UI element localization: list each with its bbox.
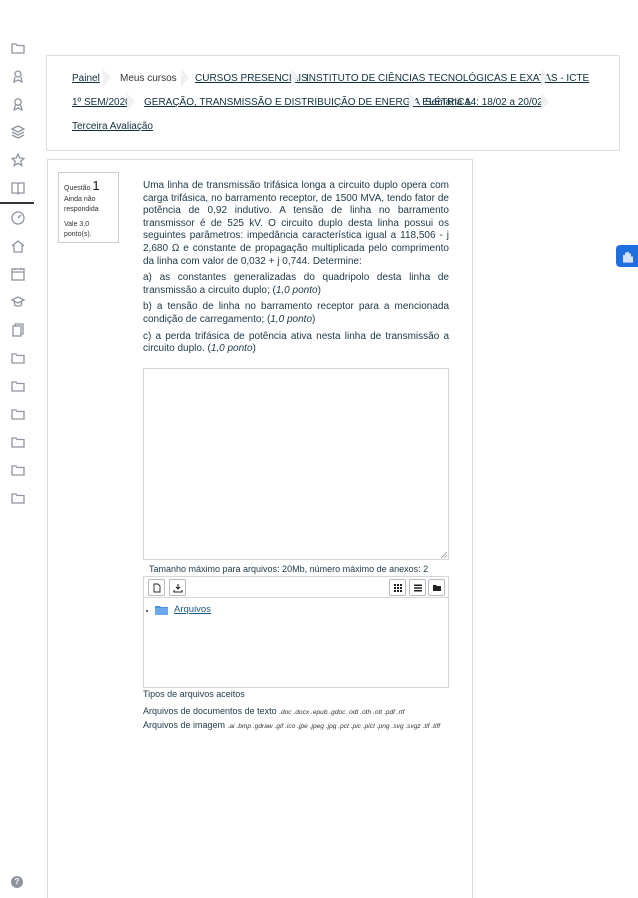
- graduation-cap-icon[interactable]: [10, 294, 26, 310]
- folder-icon[interactable]: [10, 490, 26, 506]
- folder-icon[interactable]: [10, 406, 26, 422]
- chevron-right-icon: [103, 69, 111, 87]
- folder-icon: [432, 584, 441, 591]
- breadcrumb-semana[interactable]: Semana 14: 18/02 a 20/02: [425, 97, 543, 108]
- question-intro: Uma linha de transmissão trifásica longa…: [143, 180, 449, 267]
- rail-active-separator: [0, 202, 34, 204]
- doc-types: Arquivos de documentos de texto .doc .do…: [143, 706, 405, 716]
- files-icon[interactable]: [10, 322, 26, 338]
- filemanager-area[interactable]: Arquivos: [143, 598, 449, 688]
- question-grade: Vale 3,0 ponto(s).: [64, 221, 92, 238]
- breadcrumb: Painel Meus cursos CURSOS PRESENCIAIS IN…: [46, 55, 620, 151]
- add-file-button[interactable]: [148, 579, 165, 596]
- question-item-a: a) as constantes generalizadas do quadri…: [143, 272, 449, 296]
- answer-textarea[interactable]: [143, 368, 449, 560]
- accessibility-widget-button[interactable]: [616, 245, 638, 267]
- folder-icon: [155, 605, 168, 615]
- chevron-right-icon: [291, 69, 299, 87]
- chevron-right-icon: [409, 93, 417, 111]
- folder-icon[interactable]: [10, 40, 26, 56]
- file-icon: [153, 583, 160, 592]
- folder-arquivos[interactable]: Arquivos: [155, 604, 211, 615]
- grid-icon: [393, 583, 402, 592]
- view-tree-button[interactable]: [428, 579, 445, 596]
- question-status: Ainda não respondida: [64, 196, 99, 213]
- resize-grip-icon[interactable]: [440, 551, 447, 558]
- book-open-icon[interactable]: [10, 180, 26, 196]
- calendar-icon[interactable]: [10, 266, 26, 282]
- view-list-button[interactable]: [409, 579, 426, 596]
- download-button[interactable]: [169, 579, 186, 596]
- user-badge-icon[interactable]: [10, 68, 26, 84]
- folder-icon[interactable]: [10, 350, 26, 366]
- filemanager-toolbar: [143, 576, 449, 598]
- chevron-right-icon: [541, 93, 549, 111]
- breadcrumb-avaliacao[interactable]: Terceira Avaliação: [72, 121, 153, 132]
- download-icon: [172, 583, 183, 593]
- question-text: Uma linha de transmissão trifásica longa…: [143, 180, 449, 360]
- chevron-right-icon: [181, 69, 189, 87]
- home-icon[interactable]: [10, 238, 26, 254]
- question-info-box: Questão 1 Ainda não respondida Vale 3,0 …: [58, 172, 119, 243]
- list-icon: [413, 584, 422, 591]
- max-upload-info: Tamanho máximo para arquivos: 20Mb, núme…: [149, 564, 429, 574]
- help-icon[interactable]: ?: [11, 876, 23, 888]
- dashboard-gauge-icon[interactable]: [10, 210, 26, 226]
- breadcrumb-meus-cursos: Meus cursos: [120, 73, 177, 84]
- tree-bullet: [146, 610, 148, 612]
- question-number: Questão 1: [64, 178, 100, 193]
- breadcrumb-semestre[interactable]: 1º SEM/2020: [72, 97, 131, 108]
- image-types: Arquivos de imagem .ai .bmp .gdraw .gif …: [143, 720, 441, 730]
- accepted-types-title: Tipos de arquivos aceitos: [143, 689, 245, 699]
- breadcrumb-painel[interactable]: Painel: [72, 73, 100, 84]
- award-icon[interactable]: [10, 96, 26, 112]
- layers-icon[interactable]: [10, 124, 26, 140]
- folder-icon[interactable]: [10, 378, 26, 394]
- view-grid-button[interactable]: [389, 579, 406, 596]
- star-icon[interactable]: [10, 152, 26, 168]
- folder-icon[interactable]: [10, 462, 26, 478]
- left-nav-rail: [0, 0, 36, 898]
- chevron-right-icon: [541, 69, 549, 87]
- chevron-right-icon: [127, 93, 135, 111]
- question-item-c: c) a perda trifásica de potência ativa n…: [143, 330, 449, 355]
- hand-sign-icon: [622, 251, 633, 263]
- breadcrumb-disciplina[interactable]: GERAÇÃO, TRANSMISSÃO E DISTRIBUIÇÃO DE E…: [144, 97, 471, 108]
- question-item-b: b) a tensão de linha no barramento recep…: [143, 301, 449, 325]
- folder-icon[interactable]: [10, 434, 26, 450]
